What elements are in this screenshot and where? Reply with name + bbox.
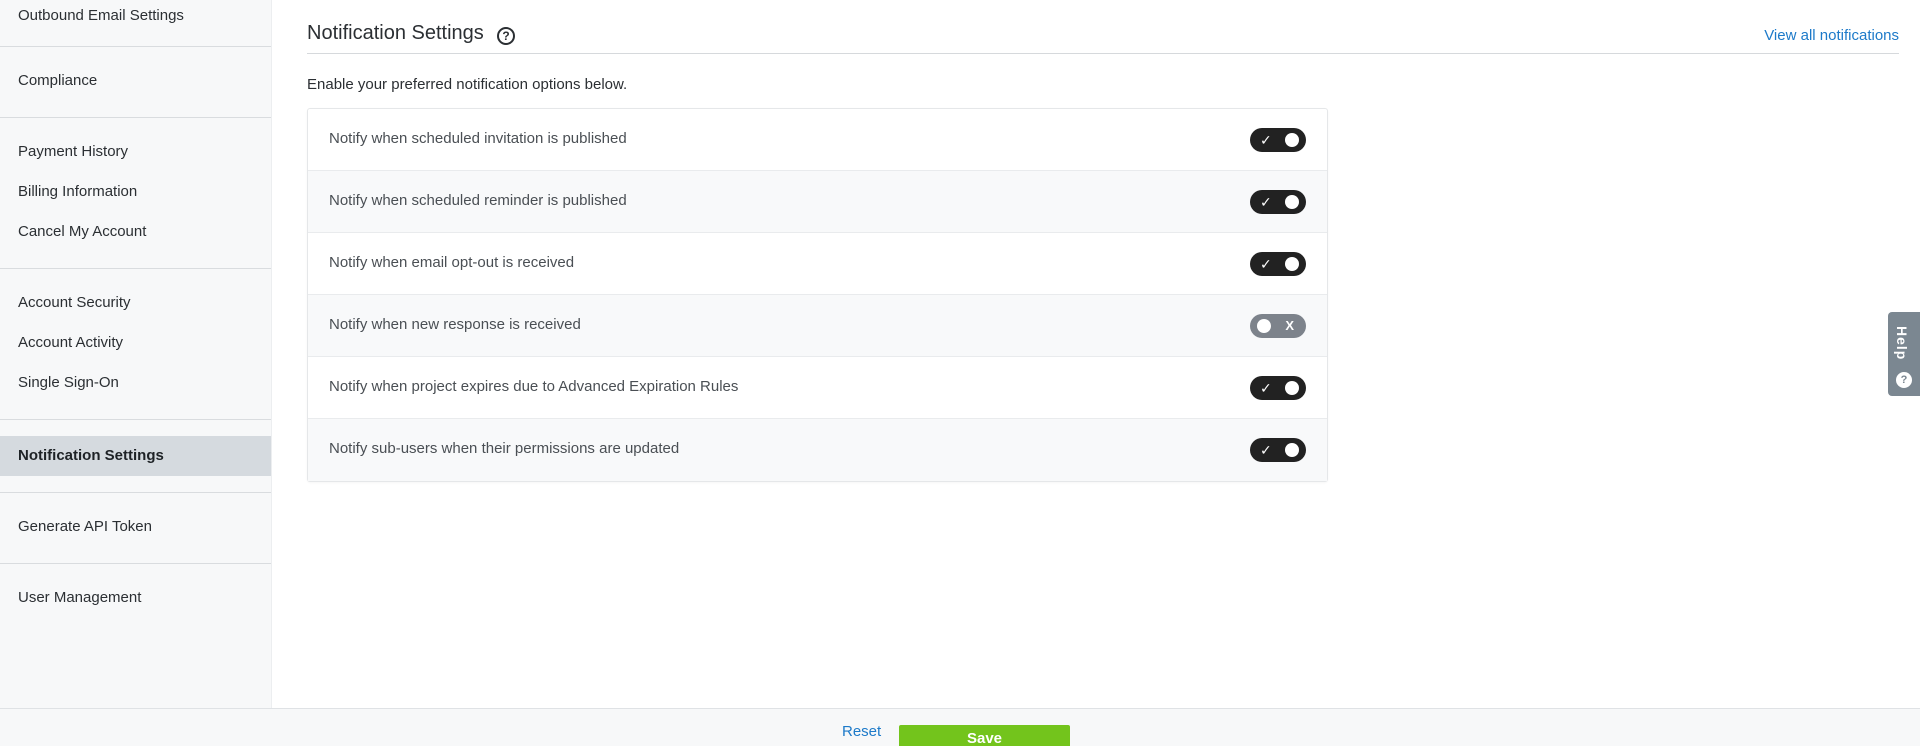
notification-row: Notify when scheduled reminder is publis… (308, 171, 1327, 233)
x-icon: X (1285, 318, 1294, 333)
sidebar-item-payment-history[interactable]: Payment History (0, 132, 271, 172)
notification-row: Notify sub-users when their permissions … (308, 419, 1327, 481)
check-icon: ✓ (1260, 442, 1272, 458)
notification-toggle[interactable]: ✓ (1250, 376, 1306, 400)
footer-bar: Reset Save (0, 708, 1920, 746)
view-all-notifications-link[interactable]: View all notifications (1764, 27, 1899, 44)
notification-toggle[interactable]: ✓ (1250, 252, 1306, 276)
sidebar-item-notification-settings[interactable]: Notification Settings (0, 436, 271, 476)
sidebar-item-billing-information[interactable]: Billing Information (0, 172, 271, 212)
check-icon: ✓ (1260, 132, 1272, 148)
notification-toggle[interactable]: ✓ (1250, 438, 1306, 462)
notification-options-card: Notify when scheduled invitation is publ… (307, 108, 1328, 482)
page-header: Notification Settings ? View all notific… (307, 16, 1899, 54)
app: Outbound Email Settings Compliance Payme… (0, 0, 1920, 746)
sidebar: Outbound Email Settings Compliance Payme… (0, 0, 272, 708)
sidebar-item-cancel-my-account[interactable]: Cancel My Account (0, 212, 271, 252)
notification-row: Notify when email opt-out is received ✓ (308, 233, 1327, 295)
toggle-knob (1285, 443, 1299, 457)
notification-toggle[interactable]: ✓ (1250, 190, 1306, 214)
reset-button[interactable]: Reset (842, 723, 881, 740)
sidebar-item-outbound-email-settings[interactable]: Outbound Email Settings (0, 4, 271, 28)
notification-label: Notify when scheduled reminder is publis… (329, 192, 627, 209)
sidebar-item-account-security[interactable]: Account Security (0, 283, 271, 323)
main-content: Notification Settings ? View all notific… (307, 0, 1899, 708)
sidebar-item-single-sign-on[interactable]: Single Sign-On (0, 363, 271, 403)
check-icon: ✓ (1260, 194, 1272, 210)
notification-label: Notify sub-users when their permissions … (329, 440, 680, 457)
page-title: Notification Settings (307, 22, 484, 44)
save-button[interactable]: Save (899, 725, 1070, 746)
notification-label: Notify when project expires due to Advan… (329, 378, 739, 395)
notification-toggle[interactable]: X (1250, 314, 1306, 338)
toggle-knob (1285, 257, 1299, 271)
check-icon: ✓ (1260, 380, 1272, 396)
notification-label: Notify when scheduled invitation is publ… (329, 130, 627, 147)
sidebar-item-compliance[interactable]: Compliance (0, 61, 271, 101)
help-tab[interactable]: Help ? (1888, 312, 1920, 396)
toggle-knob (1285, 195, 1299, 209)
notification-row: Notify when new response is received X (308, 295, 1327, 357)
sidebar-item-account-activity[interactable]: Account Activity (0, 323, 271, 363)
toggle-knob (1257, 319, 1271, 333)
page-subtitle: Enable your preferred notification optio… (307, 76, 628, 93)
notification-label: Notify when email opt-out is received (329, 254, 575, 271)
question-icon: ? (1896, 372, 1912, 388)
help-tab-label: Help (1894, 326, 1910, 361)
toggle-knob (1285, 133, 1299, 147)
sidebar-item-generate-api-token[interactable]: Generate API Token (0, 507, 271, 547)
check-icon: ✓ (1260, 256, 1272, 272)
notification-toggle[interactable]: ✓ (1250, 128, 1306, 152)
notification-row: Notify when project expires due to Advan… (308, 357, 1327, 419)
notification-label: Notify when new response is received (329, 316, 581, 333)
toggle-knob (1285, 381, 1299, 395)
question-circle-icon[interactable]: ? (497, 27, 515, 45)
sidebar-item-user-management[interactable]: User Management (0, 578, 271, 618)
notification-row: Notify when scheduled invitation is publ… (308, 109, 1327, 171)
